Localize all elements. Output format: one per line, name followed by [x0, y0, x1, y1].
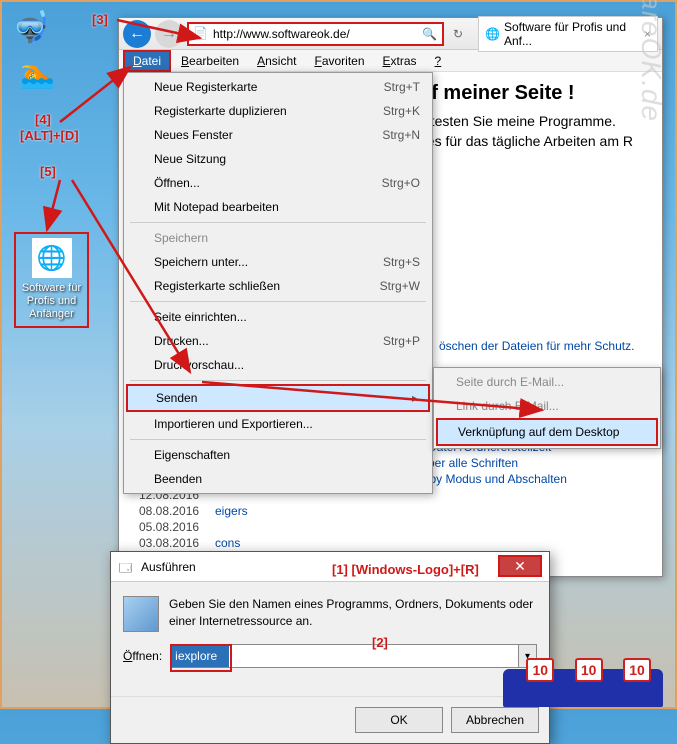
cartoon-diver-1: 🤿 [12, 10, 49, 45]
menu-item-speichern-unter-[interactable]: Speichern unter...Strg+S [126, 250, 430, 274]
judge-score-1: 10 [526, 658, 554, 682]
menu-item-mit-notepad-bearbeiten[interactable]: Mit Notepad bearbeiten [126, 195, 430, 219]
menu-item-importieren-und-exportieren-[interactable]: Importieren und Exportieren... [126, 412, 430, 436]
shortcut-label: Software für Profis und Anfänger [20, 282, 83, 322]
run-input[interactable] [170, 644, 519, 668]
content-link-protect[interactable]: öschen der Dateien für mehr Schutz. [439, 339, 642, 353]
annotation-4b: [ALT]+[D] [20, 128, 79, 143]
menubar-datei[interactable]: Datei [123, 50, 171, 72]
menu-item-seite-einrichten-[interactable]: Seite einrichten... [126, 305, 430, 329]
run-body: Geben Sie den Namen eines Programms, Ord… [111, 582, 549, 696]
address-wrap: 📄 http://www.softwareok.de/ 🔍 ↻ [187, 22, 470, 46]
run-open-label: Öffnen: [123, 649, 162, 663]
back-button[interactable]: ← [123, 20, 151, 48]
news-row: 03.08.2016cons [139, 535, 642, 551]
news-link[interactable]: cons [215, 536, 240, 550]
submenu-item[interactable]: Seite durch E-Mail... [436, 370, 658, 394]
news-link[interactable]: eigers [215, 504, 248, 518]
menu-item-neue-sitzung[interactable]: Neue Sitzung [126, 147, 430, 171]
run-buttons: OK Abbrechen [111, 696, 549, 743]
judge-score-3: 10 [623, 658, 651, 682]
cartoon-diver-2: 🏊 [20, 57, 55, 90]
address-text: http://www.softwareok.de/ [213, 27, 422, 41]
page-heading: uf meiner Seite ! [419, 82, 642, 105]
run-desc: Geben Sie den Namen eines Programms, Ord… [123, 596, 537, 632]
news-row: 08.08.2016eigers [139, 503, 642, 519]
menubar-favoriten[interactable]: Favoriten [306, 52, 372, 70]
menu-item-drucken-[interactable]: Drucken...Strg+P [126, 329, 430, 353]
run-cancel-button[interactable]: Abbrechen [451, 707, 539, 733]
menubar-help[interactable]: ? [427, 52, 450, 70]
ie-window: ← → 📄 http://www.softwareok.de/ 🔍 ↻ 🌐 So… [118, 17, 663, 577]
submenu-item[interactable]: Link durch E-Mail... [436, 394, 658, 418]
file-menu: Neue RegisterkarteStrg+TRegisterkarte du… [123, 72, 433, 494]
menubar-ansicht[interactable]: Ansicht [249, 52, 304, 70]
refresh-button[interactable]: ↻ [446, 22, 470, 46]
search-icon[interactable]: 🔍 [422, 27, 438, 41]
run-ok-button[interactable]: OK [355, 707, 443, 733]
menu-item--ffnen-[interactable]: Öffnen...Strg+O [126, 171, 430, 195]
menu-item-registerkarte-schlie-en[interactable]: Registerkarte schließenStrg+W [126, 274, 430, 298]
menu-item-beenden[interactable]: Beenden [126, 467, 430, 491]
menu-item-neue-registerkarte[interactable]: Neue RegisterkarteStrg+T [126, 75, 430, 99]
submenu-item[interactable]: Verknüpfung auf dem Desktop [436, 418, 658, 446]
watermark-side: SoftwareOK.de [635, 0, 667, 122]
menubar-bearbeiten[interactable]: Bearbeiten [173, 52, 247, 70]
run-input-wrap: ▾ [170, 644, 537, 668]
menu-item-druckvorschau-[interactable]: Druckvorschau... [126, 353, 430, 377]
judges-panel: 10 10 10 [520, 667, 657, 701]
annotation-1: [1] [Windows-Logo]+[R] [332, 562, 479, 577]
judge-score-2: 10 [575, 658, 603, 682]
menu-item-registerkarte-duplizieren[interactable]: Registerkarte duplizierenStrg+K [126, 99, 430, 123]
ie-menubar: Datei Bearbeiten Ansicht Favoriten Extra… [119, 50, 662, 72]
annotation-3: [3] [92, 12, 108, 27]
news-row: 05.08.2016 [139, 519, 642, 535]
menu-item-speichern[interactable]: Speichern [126, 226, 430, 250]
shortcut-icon: 🌐 [32, 238, 72, 278]
run-titlebar: 🗔 Ausführen ✕ [111, 552, 549, 582]
menu-item-senden[interactable]: Senden▸ [126, 384, 430, 412]
site-icon: 📄 [193, 26, 209, 42]
run-input-row: Öffnen: ▾ [123, 644, 537, 668]
menubar-extras[interactable]: Extras [375, 52, 425, 70]
ie-navbar: ← → 📄 http://www.softwareok.de/ 🔍 ↻ 🌐 So… [119, 18, 662, 50]
annotation-4: [4] [35, 112, 51, 127]
browser-tab[interactable]: 🌐 Software für Profis und Anf... × [478, 16, 658, 52]
send-submenu: Seite durch E-Mail...Link durch E-Mail..… [433, 367, 661, 449]
tab-favicon: 🌐 [485, 27, 500, 41]
tab-label: Software für Profis und Anf... [504, 20, 640, 48]
address-bar[interactable]: 📄 http://www.softwareok.de/ 🔍 [187, 22, 444, 46]
annotation-2: [2] [372, 635, 388, 650]
menu-item-eigenschaften[interactable]: Eigenschaften [126, 443, 430, 467]
annotation-5: [5] [40, 164, 56, 179]
run-icon: 🗔 [119, 559, 135, 575]
desktop-shortcut-icon[interactable]: 🌐 Software für Profis und Anfänger [14, 232, 89, 328]
page-line1: d testen Sie meine Programme. [419, 113, 642, 129]
forward-button[interactable]: → [155, 20, 183, 48]
run-dialog: 🗔 Ausführen ✕ Geben Sie den Namen eines … [110, 551, 550, 744]
run-program-icon [123, 596, 159, 632]
page-line2: hes für das tägliche Arbeiten am R [419, 133, 642, 149]
run-close-button[interactable]: ✕ [498, 555, 542, 577]
run-desc-text: Geben Sie den Namen eines Programms, Ord… [169, 596, 537, 632]
tab-area: 🌐 Software für Profis und Anf... × [478, 16, 658, 52]
menu-item-neues-fenster[interactable]: Neues FensterStrg+N [126, 123, 430, 147]
